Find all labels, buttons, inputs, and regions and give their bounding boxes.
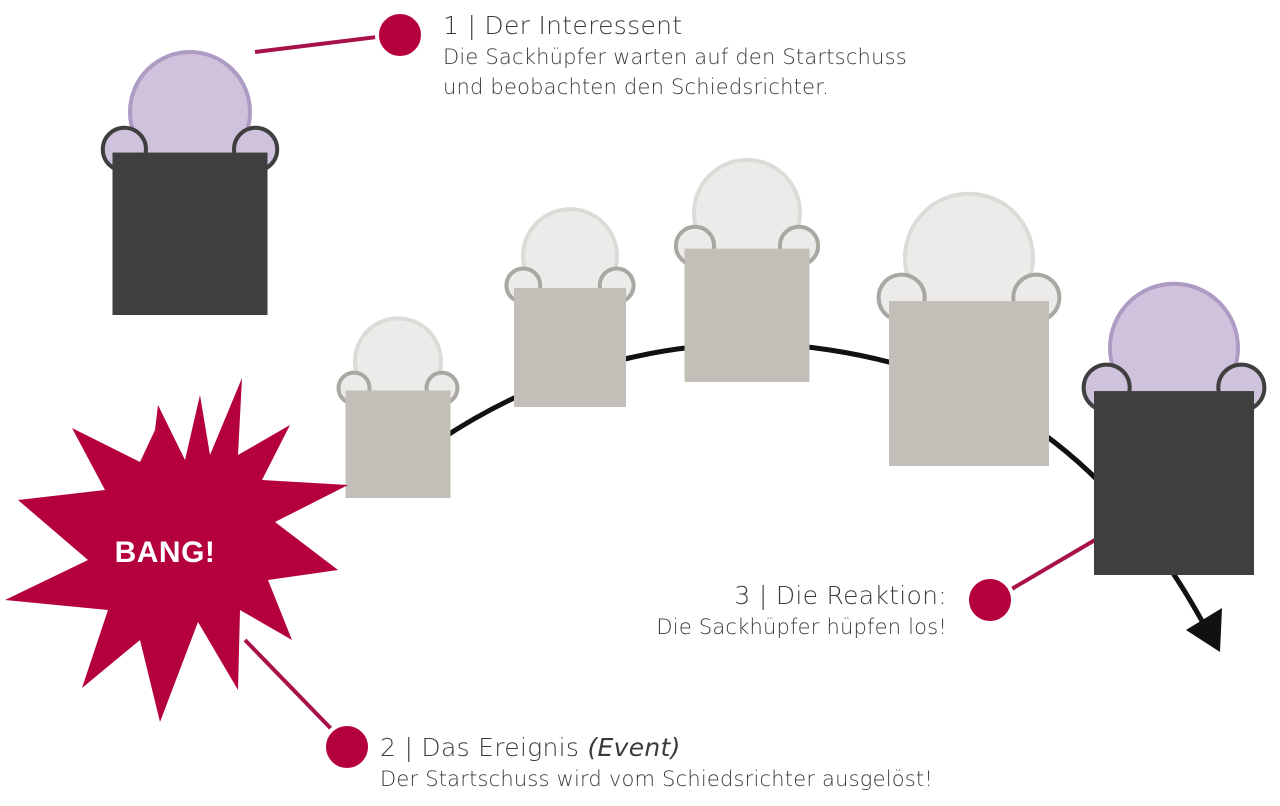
step-1-description-line-2: und beobachten den Schiedsrichter. <box>443 75 830 99</box>
step-2-label: 2 | Das Ereignis (Event) Der Startschuss… <box>380 732 933 794</box>
step-2-title-em: (Event) <box>587 733 681 762</box>
interessent-figure-sack <box>112 152 268 315</box>
step-2-marker <box>322 722 372 772</box>
hopper-5-sack <box>1094 391 1254 575</box>
connector-line-3 <box>1008 538 1097 592</box>
step-1-title: 1 | Der Interessent <box>443 11 683 40</box>
connector-line-2 <box>243 638 344 742</box>
step-3-label: 3 | Die Reaktion: Die Sackhüpfer hüpfen … <box>656 580 947 642</box>
hopper-1-sack <box>345 390 451 498</box>
diagram-canvas <box>5 10 1267 772</box>
interessent-figure <box>100 50 280 315</box>
step-1-marker <box>375 10 425 60</box>
hopper-3 <box>673 157 821 382</box>
hopper-2 <box>504 207 636 407</box>
hopper-4 <box>876 191 1062 466</box>
connector-line-1 <box>254 34 386 54</box>
step-3-description: Die Sackhüpfer hüpfen los! <box>656 615 947 639</box>
step-2-description: Der Startschuss wird vom Schiedsrichter … <box>380 767 933 791</box>
hopper-2-sack <box>514 287 626 407</box>
hopper-3-sack <box>684 248 810 382</box>
step-1-description-line-1: Die Sackhüpfer warten auf den Startschus… <box>443 45 907 69</box>
bang-text: BANG! <box>114 536 216 569</box>
step-2-title-text: 2 | Das Ereignis <box>380 733 588 762</box>
step-3-title: 3 | Die Reaktion: <box>734 581 947 610</box>
hopper-1 <box>336 316 460 498</box>
hopper-5 <box>1081 281 1267 575</box>
step-3-marker <box>965 575 1015 625</box>
step-2-title: 2 | Das Ereignis (Event) <box>380 732 933 764</box>
hopper-4-sack <box>889 301 1049 466</box>
step-1-label: 1 | Der Interessent Die Sackhüpfer warte… <box>443 10 907 102</box>
arc-arrowhead <box>1186 608 1222 652</box>
